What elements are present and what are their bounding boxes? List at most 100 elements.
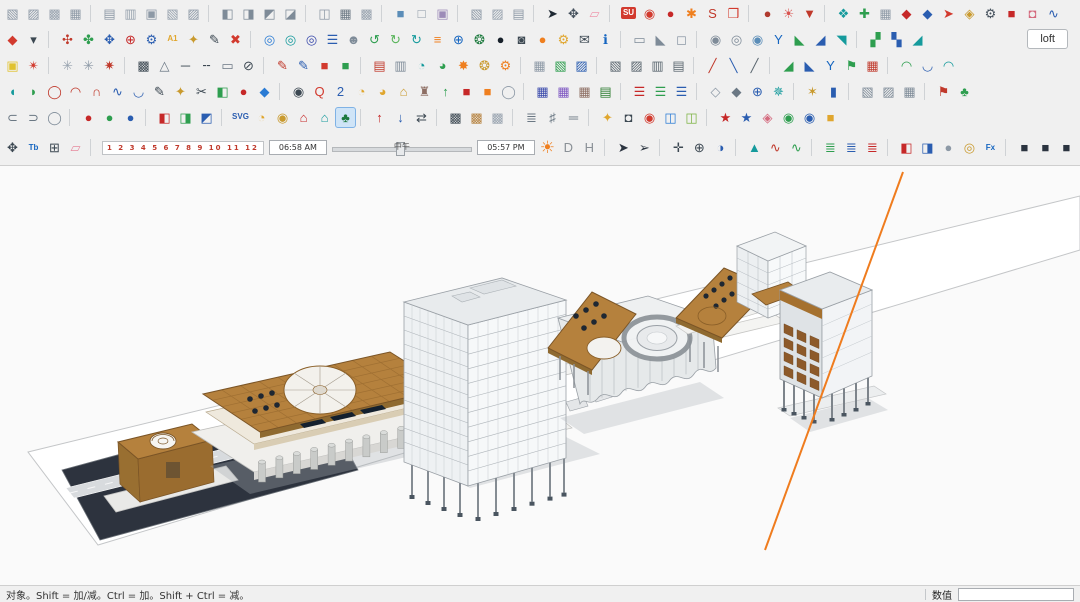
toolbar-button-arch-green[interactable]: ◠	[896, 55, 917, 76]
model-viewport[interactable]	[0, 166, 1080, 585]
toolbar-button-component-blue[interactable]: ■	[390, 3, 411, 24]
toolbar-button-launch-red[interactable]: ➤	[938, 3, 959, 24]
toolbar-button-grad-green[interactable]: ▞	[865, 29, 886, 50]
toolbar-button-cursor-b[interactable]: ➢	[634, 137, 655, 158]
toolbar-button-ring-solid[interactable]: ◉	[705, 29, 726, 50]
toolbar-button-line-tool[interactable]: ─	[175, 55, 196, 76]
viewport-3d-model[interactable]	[0, 166, 1080, 585]
toolbar-button-cube-blue2[interactable]: ◩	[196, 107, 217, 128]
toolbar-button-doc-gray[interactable]: ▥	[390, 55, 411, 76]
toolbar-button-blob-gray[interactable]: ●	[938, 137, 959, 158]
toolbar-button-hatch-d[interactable]: ▤	[668, 55, 689, 76]
toolbar-button-protractor-blue[interactable]: ◑	[710, 137, 731, 158]
toolbar-button-down-blue[interactable]: ↓	[390, 107, 411, 128]
toolbar-button-pinwheel-green[interactable]: ✤	[78, 29, 99, 50]
toolbar-button-table-grid[interactable]: ⊞	[44, 137, 65, 158]
toolbar-button-compass-tool[interactable]: ✛	[668, 137, 689, 158]
toolbar-button-orange-ball[interactable]: ●	[532, 29, 553, 50]
toolbar-button-layers-red[interactable]: ☰	[629, 81, 650, 102]
toolbar-button-eraser[interactable]: ▱	[584, 3, 605, 24]
toolbar-button-letter-h[interactable]: H	[579, 137, 600, 158]
toolbar-button-info-circle[interactable]: ℹ	[595, 29, 616, 50]
toolbar-button-dip-blue[interactable]: ◡	[128, 81, 149, 102]
toolbar-button-slope-blue[interactable]: ◣	[799, 55, 820, 76]
toolbar-button-hatch-b[interactable]: ▨	[626, 55, 647, 76]
toolbar-button-ball-sky[interactable]: ●	[120, 107, 141, 128]
toolbar-button-loc-red[interactable]: ◉	[639, 107, 660, 128]
toolbar-button-marker-gold[interactable]: ✦	[183, 29, 204, 50]
toolbar-button-box3d-red[interactable]: ◧	[896, 137, 917, 158]
toolbar-button-slice-cube[interactable]: ▨	[183, 3, 204, 24]
toolbar-button-circle-slash[interactable]: ⊘	[238, 55, 259, 76]
toolbar-button-fx-badge[interactable]: Fx	[980, 137, 1001, 158]
toolbar-button-palette-yellow[interactable]: ▣	[2, 55, 23, 76]
toolbar-button-profile-user[interactable]: ☻	[343, 29, 364, 50]
toolbar-button-arch-blue[interactable]: ◡	[917, 55, 938, 76]
toolbar-button-preset-dark-3[interactable]: ■	[1056, 137, 1077, 158]
toolbar-button-target-azure[interactable]: ⊕	[747, 81, 768, 102]
toolbar-button-checker-ball[interactable]: ◙	[511, 29, 532, 50]
loft-button[interactable]: loft	[1027, 29, 1068, 49]
toolbar-button-arch-teal[interactable]: ◠	[938, 55, 959, 76]
toolbar-button-web-light[interactable]: ✳	[57, 55, 78, 76]
shadow-time-start[interactable]: 06:58 AM	[268, 140, 327, 155]
toolbar-button-diag-red[interactable]: ╱	[702, 55, 723, 76]
toolbar-button-preset-dark-2[interactable]: ■	[1035, 137, 1056, 158]
toolbar-button-star-crimson[interactable]: ★	[715, 107, 736, 128]
toolbar-button-pinwheel-blue[interactable]: ✥	[99, 29, 120, 50]
toolbar-button-nav-cross[interactable]: ✥	[2, 137, 23, 158]
toolbar-button-chip-red[interactable]: ■	[1001, 3, 1022, 24]
toolbar-button-two-badge[interactable]: 2	[330, 81, 351, 102]
toolbar-button-paint-bucket[interactable]: ◉	[639, 3, 660, 24]
toolbar-button-pipe-tool[interactable]: ═	[563, 107, 584, 128]
toolbar-button-pencil-blue[interactable]: ✎	[293, 55, 314, 76]
toolbar-button-iso-light[interactable]: ◇	[705, 81, 726, 102]
toolbar-button-cube-steel-a[interactable]: ▧	[857, 81, 878, 102]
toolbar-button-q-badge[interactable]: Q	[309, 81, 330, 102]
toolbar-button-club-green[interactable]: ♣	[954, 81, 975, 102]
toolbar-button-export-kit[interactable]: ◆	[2, 29, 23, 50]
toolbar-button-ruler-gray[interactable]: ▭	[629, 29, 650, 50]
toolbar-button-orbit-navy[interactable]: ◎	[301, 29, 322, 50]
toolbar-button-slope-green[interactable]: ◢	[778, 55, 799, 76]
toolbar-button-diag-gray[interactable]: ╱	[744, 55, 765, 76]
toolbar-button-hatch-a[interactable]: ▧	[605, 55, 626, 76]
toolbar-button-house-gold[interactable]: ⌂	[393, 81, 414, 102]
toolbar-button-cube-lime[interactable]: ◫	[681, 107, 702, 128]
toolbar-button-soft-mesh[interactable]: ▩	[356, 3, 377, 24]
toolbar-button-stack-azure[interactable]: ≣	[841, 137, 862, 158]
toolbar-button-flip-cube[interactable]: ▨	[487, 3, 508, 24]
toolbar-button-stair-tool[interactable]: ≣	[521, 107, 542, 128]
toolbar-button-group-outline[interactable]: □	[411, 3, 432, 24]
toolbar-button-web-mid[interactable]: ✳	[78, 55, 99, 76]
toolbar-button-wedge-blue[interactable]: ◢	[810, 29, 831, 50]
toolbar-button-pin-rose[interactable]: ◈	[757, 107, 778, 128]
toolbar-button-flag-green[interactable]: ⚑	[841, 55, 862, 76]
toolbar-button-box3d-blue[interactable]: ◨	[917, 137, 938, 158]
toolbar-button-ball-red[interactable]: ●	[233, 81, 254, 102]
toolbar-button-box-red[interactable]: ■	[456, 81, 477, 102]
toolbar-button-coin-gold[interactable]: ◉	[272, 107, 293, 128]
toolbar-button-drop-red[interactable]: ▼	[799, 3, 820, 24]
toolbar-button-lib-gray[interactable]: ▦	[875, 3, 896, 24]
toolbar-button-night-circle[interactable]: ●	[490, 29, 511, 50]
toolbar-button-sheet-a1[interactable]: A1	[162, 29, 183, 50]
toolbar-button-mirror-teal[interactable]: ▲	[744, 137, 765, 158]
toolbar-button-dim-tool[interactable]: ⊕	[689, 137, 710, 158]
toolbar-button-doc-red[interactable]: ▤	[369, 55, 390, 76]
toolbar-button-wave-red[interactable]: ∿	[765, 137, 786, 158]
toolbar-button-cube-mint[interactable]: ◧	[212, 81, 233, 102]
toolbar-button-arc-red[interactable]: ◠	[65, 81, 86, 102]
toolbar-button-gear-blue[interactable]: ⚙	[141, 29, 162, 50]
toolbar-button-chip-rose[interactable]: ◘	[1022, 3, 1043, 24]
toolbar-button-fence-tool[interactable]: ♯	[542, 107, 563, 128]
toolbar-button-solid-subtract[interactable]: ◨	[238, 3, 259, 24]
toolbar-button-cursor-a[interactable]: ➤	[613, 137, 634, 158]
toolbar-button-lib-teal[interactable]: ❖	[833, 3, 854, 24]
toolbar-button-edge-cube[interactable]: ▥	[120, 3, 141, 24]
toolbar-button-tag-purple[interactable]: ▣	[432, 3, 453, 24]
toolbar-button-star-azure[interactable]: ★	[736, 107, 757, 128]
toolbar-button-caret-down[interactable]: ▾	[23, 29, 44, 50]
toolbar-button-fan-q3[interactable]: ◕	[432, 55, 453, 76]
toolbar-button-bump-red[interactable]: ∩	[86, 81, 107, 102]
